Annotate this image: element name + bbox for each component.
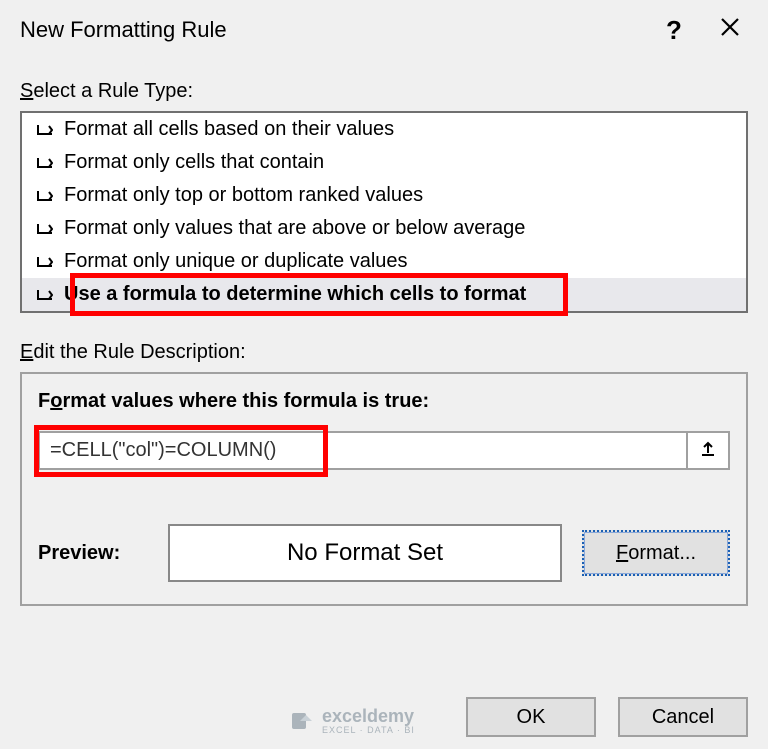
rule-type-item-label: Format only unique or duplicate values [64,250,408,273]
collapse-reference-button[interactable] [688,431,730,470]
format-button[interactable]: Format... [582,530,730,576]
rule-type-item-formula[interactable]: Use a formula to determine which cells t… [22,278,746,311]
rule-type-item-label: Format only values that are above or bel… [64,217,525,240]
rule-type-icon [36,256,54,268]
help-icon: ? [666,15,682,46]
rule-type-icon [36,157,54,169]
rule-type-item-label: Format only top or bottom ranked values [64,184,423,207]
rule-type-item[interactable]: Format only top or bottom ranked values [22,179,746,212]
rule-type-item-label: Format all cells based on their values [64,118,394,141]
watermark-subtext: EXCEL · DATA · BI [322,725,415,735]
preview-box: No Format Set [168,524,562,582]
dialog-title: New Formatting Rule [20,17,646,43]
rule-type-item[interactable]: Format only unique or duplicate values [22,245,746,278]
close-button[interactable] [702,10,758,50]
close-icon [720,17,740,43]
rule-description-group: Format values where this formula is true… [20,372,748,606]
rule-type-item-label: Use a formula to determine which cells t… [64,283,526,306]
rule-type-list[interactable]: Format all cells based on their values F… [20,111,748,313]
rule-type-item[interactable]: Format only values that are above or bel… [22,212,746,245]
preview-row: Preview: No Format Set Format... [38,524,730,582]
watermark-text: exceldemy [322,706,414,726]
rule-type-item[interactable]: Format all cells based on their values [22,113,746,146]
edit-rule-description-label: Edit the Rule Description: [20,341,748,364]
preview-text: No Format Set [287,539,443,567]
rule-type-icon [36,289,54,301]
new-formatting-rule-dialog: New Formatting Rule ? Select a Rule Type… [0,0,768,749]
watermark: exceldemy EXCEL · DATA · BI [290,706,415,735]
dialog-body: Select a Rule Type: Format all cells bas… [0,56,768,697]
rule-type-icon [36,223,54,235]
rule-type-icon [36,190,54,202]
select-rule-type-label: Select a Rule Type: [20,80,748,103]
cancel-button[interactable]: Cancel [618,697,748,737]
formula-input[interactable] [38,431,688,470]
formula-row [38,431,730,470]
ok-button[interactable]: OK [466,697,596,737]
rule-type-item-label: Format only cells that contain [64,151,324,174]
watermark-icon [290,709,314,733]
rule-type-icon [36,124,54,136]
preview-label: Preview: [38,542,148,565]
rule-type-item[interactable]: Format only cells that contain [22,146,746,179]
help-button[interactable]: ? [646,10,702,50]
collapse-reference-icon [699,439,717,462]
titlebar: New Formatting Rule ? [0,0,768,56]
formula-label: Format values where this formula is true… [38,390,730,413]
